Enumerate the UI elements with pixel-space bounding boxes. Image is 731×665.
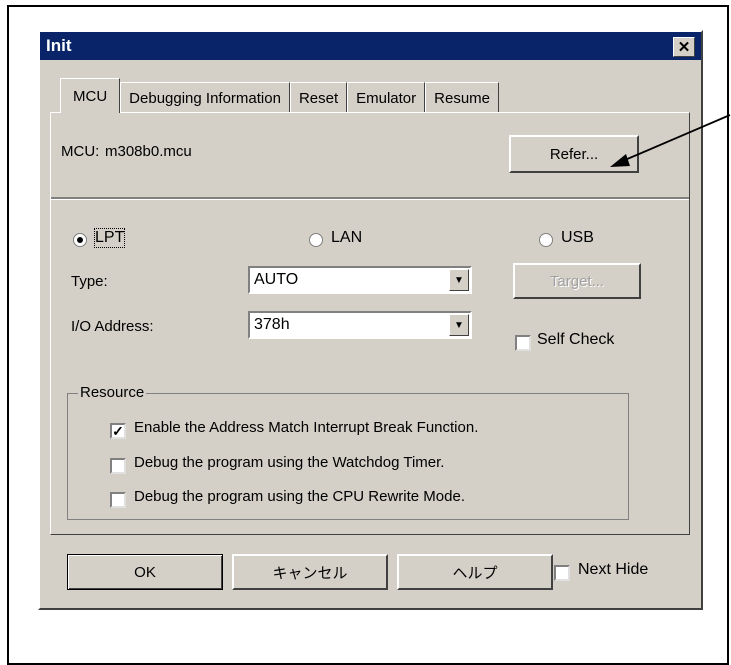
tab-resume[interactable]: Resume [425,82,500,113]
watchdog-label[interactable]: Debug the program using the Watchdog Tim… [134,454,444,471]
separator [51,197,689,200]
resource-title: Resource [78,384,147,401]
arrow-head-icon [610,154,630,167]
watchdog-checkbox[interactable] [110,458,126,474]
mcu-tab-panel: MCU: m308b0.mcu Refer... LPT LAN USB Typ… [50,112,690,535]
type-label: Type: [71,273,108,290]
self-check-label[interactable]: Self Check [537,331,614,349]
cpu-rewrite-label[interactable]: Debug the program using the CPU Rewrite … [134,488,465,505]
address-match-checkbox[interactable]: ✓ [110,423,126,439]
close-icon: ✕ [677,38,691,56]
address-match-label[interactable]: Enable the Address Match Interrupt Break… [134,419,478,436]
title-bar: Init ✕ [40,32,701,60]
ok-button[interactable]: OK [67,554,223,590]
target-button[interactable]: Target... [513,263,641,299]
mcu-value: m308b0.mcu [105,143,192,160]
lan-label[interactable]: LAN [331,229,362,247]
tab-emulator[interactable]: Emulator [347,82,426,113]
close-button[interactable]: ✕ [673,37,695,57]
tab-mcu[interactable]: MCU [60,78,121,113]
chevron-down-icon[interactable]: ▼ [449,269,469,291]
tab-reset[interactable]: Reset [289,82,348,113]
chevron-down-icon[interactable]: ▼ [449,314,469,336]
next-hide-label[interactable]: Next Hide [578,561,648,579]
io-address-combo[interactable]: 378h ▼ [248,311,472,339]
io-address-label: I/O Address: [71,318,154,335]
cancel-button[interactable]: キャンセル [232,554,388,590]
cpu-rewrite-checkbox[interactable] [110,492,126,508]
type-value: AUTO [254,271,299,288]
usb-label[interactable]: USB [561,229,594,247]
mcu-label: MCU: [61,143,100,160]
io-address-value: 378h [254,316,290,333]
lpt-label[interactable]: LPT [93,228,126,248]
tab-strip: MCU Debugging Information Reset Emulator… [60,78,500,113]
resource-group: Resource ✓ Enable the Address Match Inte… [67,384,629,520]
self-check-checkbox[interactable] [515,335,531,351]
type-combo[interactable]: AUTO ▼ [248,266,472,294]
arrow-line [617,114,731,164]
next-hide-checkbox[interactable] [554,565,570,581]
annotation-arrow [610,114,731,167]
usb-radio[interactable] [539,233,553,247]
help-button[interactable]: ヘルプ [397,554,553,590]
lan-radio[interactable] [309,233,323,247]
lpt-radio[interactable] [73,233,87,247]
tab-debugging-information[interactable]: Debugging Information [120,82,290,113]
window-title: Init [46,36,72,55]
